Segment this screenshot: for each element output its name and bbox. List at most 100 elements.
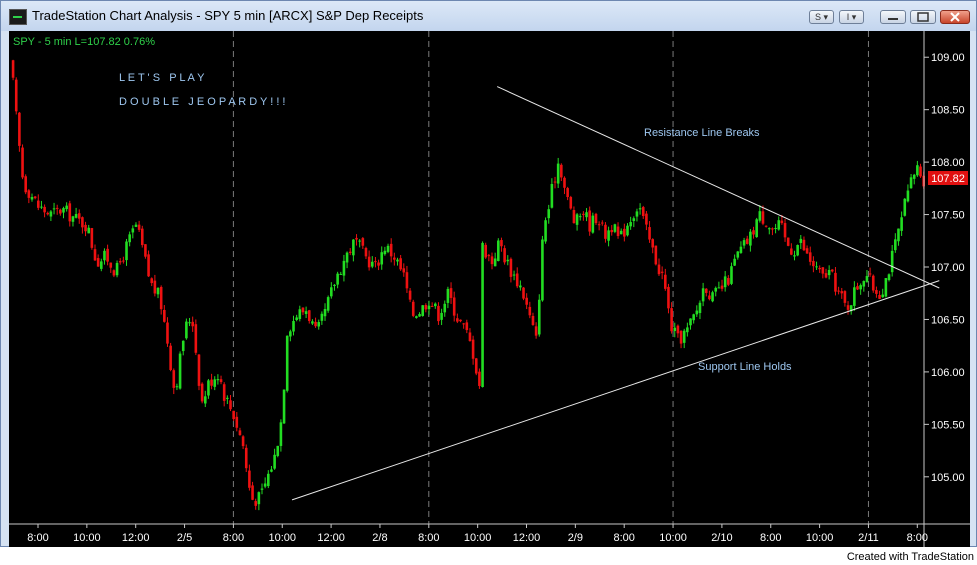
candle-body bbox=[364, 247, 368, 257]
candle-body bbox=[824, 273, 828, 278]
candle-body bbox=[241, 436, 245, 447]
candle-body bbox=[52, 208, 56, 210]
candle-body bbox=[651, 239, 655, 248]
annotation-double-jeopardy: D O U B L E J E O P A R D Y ! ! ! bbox=[119, 96, 286, 108]
candle-body bbox=[515, 273, 519, 287]
candle-body bbox=[333, 284, 336, 287]
window-title: TradeStation Chart Analysis - SPY 5 min … bbox=[32, 8, 424, 23]
candle-body bbox=[226, 397, 229, 399]
candle-body bbox=[739, 246, 743, 253]
candle-body bbox=[478, 371, 481, 386]
candle-body bbox=[235, 416, 239, 428]
candle-body bbox=[273, 454, 276, 469]
candle-body bbox=[897, 228, 900, 242]
symbol-menu-button[interactable]: S ▾ bbox=[809, 10, 834, 24]
candle-body bbox=[912, 174, 916, 179]
annotation-support: Support Line Holds bbox=[698, 361, 792, 373]
candle-body bbox=[578, 216, 582, 218]
candle-body bbox=[14, 79, 18, 112]
candle-body bbox=[207, 380, 210, 396]
candle-body bbox=[884, 278, 888, 297]
candle-body bbox=[418, 314, 421, 317]
candle-body bbox=[878, 294, 881, 299]
title-bar[interactable]: TradeStation Chart Analysis - SPY 5 min … bbox=[1, 1, 976, 31]
candle-body bbox=[686, 327, 689, 333]
candle-body bbox=[244, 447, 248, 469]
candle-body bbox=[93, 249, 97, 261]
candle-body bbox=[27, 190, 31, 198]
candle-body bbox=[660, 271, 664, 273]
candle-body bbox=[358, 240, 361, 242]
candle-body bbox=[919, 166, 922, 177]
candle-body bbox=[843, 291, 847, 303]
candle-body bbox=[248, 470, 251, 488]
candle-body bbox=[522, 287, 525, 299]
chart-area[interactable]: 109.00 108.50 108.00 107.50 107.00 106.50 106.… bbox=[9, 31, 970, 547]
candle-body bbox=[342, 260, 346, 276]
candle-body bbox=[701, 288, 705, 302]
y-tick-label: 107.50 bbox=[931, 210, 965, 222]
candle-body bbox=[251, 485, 254, 500]
candle-body bbox=[203, 396, 207, 404]
candle-body bbox=[742, 240, 746, 246]
support-line bbox=[291, 280, 940, 501]
candle-body bbox=[238, 430, 242, 436]
candle-body bbox=[468, 332, 472, 342]
candle-body bbox=[62, 208, 65, 213]
candle-body bbox=[427, 305, 431, 310]
x-tick-label: 10:00 bbox=[73, 532, 101, 544]
candle-body bbox=[134, 224, 138, 227]
close-button[interactable] bbox=[940, 10, 970, 24]
candle-body bbox=[865, 276, 869, 282]
candle-body bbox=[755, 219, 758, 238]
candle-body bbox=[49, 211, 53, 217]
candle-body bbox=[462, 323, 465, 325]
candle-body bbox=[783, 223, 787, 238]
candle-body bbox=[588, 210, 591, 232]
candle-body bbox=[213, 379, 217, 387]
indicator-menu-button[interactable]: I ▾ bbox=[839, 10, 864, 24]
x-tick-label: 12:00 bbox=[513, 532, 541, 544]
price-chart[interactable]: 109.00 108.50 108.00 107.50 107.00 106.50 106.… bbox=[9, 31, 970, 547]
candle-body bbox=[374, 261, 377, 263]
candle-body bbox=[140, 228, 144, 246]
candle-body bbox=[150, 278, 154, 284]
candle-body bbox=[856, 286, 859, 290]
annotation-resistance: Resistance Line Breaks bbox=[644, 127, 760, 139]
candle-body bbox=[68, 203, 72, 222]
candle-body bbox=[352, 239, 355, 256]
candle-body bbox=[708, 295, 711, 300]
candle-body bbox=[18, 112, 21, 146]
candle-body bbox=[106, 248, 109, 262]
candle-body bbox=[90, 228, 94, 248]
candle-body bbox=[805, 248, 809, 254]
candle-body bbox=[304, 311, 308, 314]
candle-body bbox=[597, 224, 601, 226]
candle-body bbox=[229, 400, 232, 410]
candle-body bbox=[890, 250, 894, 273]
candle-body bbox=[96, 258, 100, 267]
maximize-icon bbox=[917, 12, 929, 22]
candle-body bbox=[55, 207, 59, 209]
candle-body bbox=[714, 287, 718, 292]
candle-body bbox=[443, 303, 447, 313]
candle-body bbox=[875, 290, 878, 294]
candle-body bbox=[465, 322, 469, 331]
candle-body bbox=[506, 259, 510, 262]
candle-body bbox=[254, 501, 258, 506]
candle-body bbox=[550, 183, 554, 208]
candle-body bbox=[222, 384, 226, 401]
candle-body bbox=[645, 213, 648, 225]
candle-body bbox=[433, 303, 437, 307]
maximize-button[interactable] bbox=[910, 10, 936, 24]
x-tick-label: 12:00 bbox=[122, 532, 150, 544]
candle-body bbox=[711, 292, 714, 302]
candle-body bbox=[619, 230, 623, 235]
x-tick-label: 8:00 bbox=[907, 532, 928, 544]
candle-body bbox=[613, 224, 617, 232]
candle-body bbox=[345, 252, 349, 263]
candle-body bbox=[566, 188, 569, 198]
footer-credit: Created with TradeStation bbox=[846, 551, 974, 563]
candle-body bbox=[815, 266, 818, 268]
minimize-button[interactable] bbox=[880, 10, 906, 24]
